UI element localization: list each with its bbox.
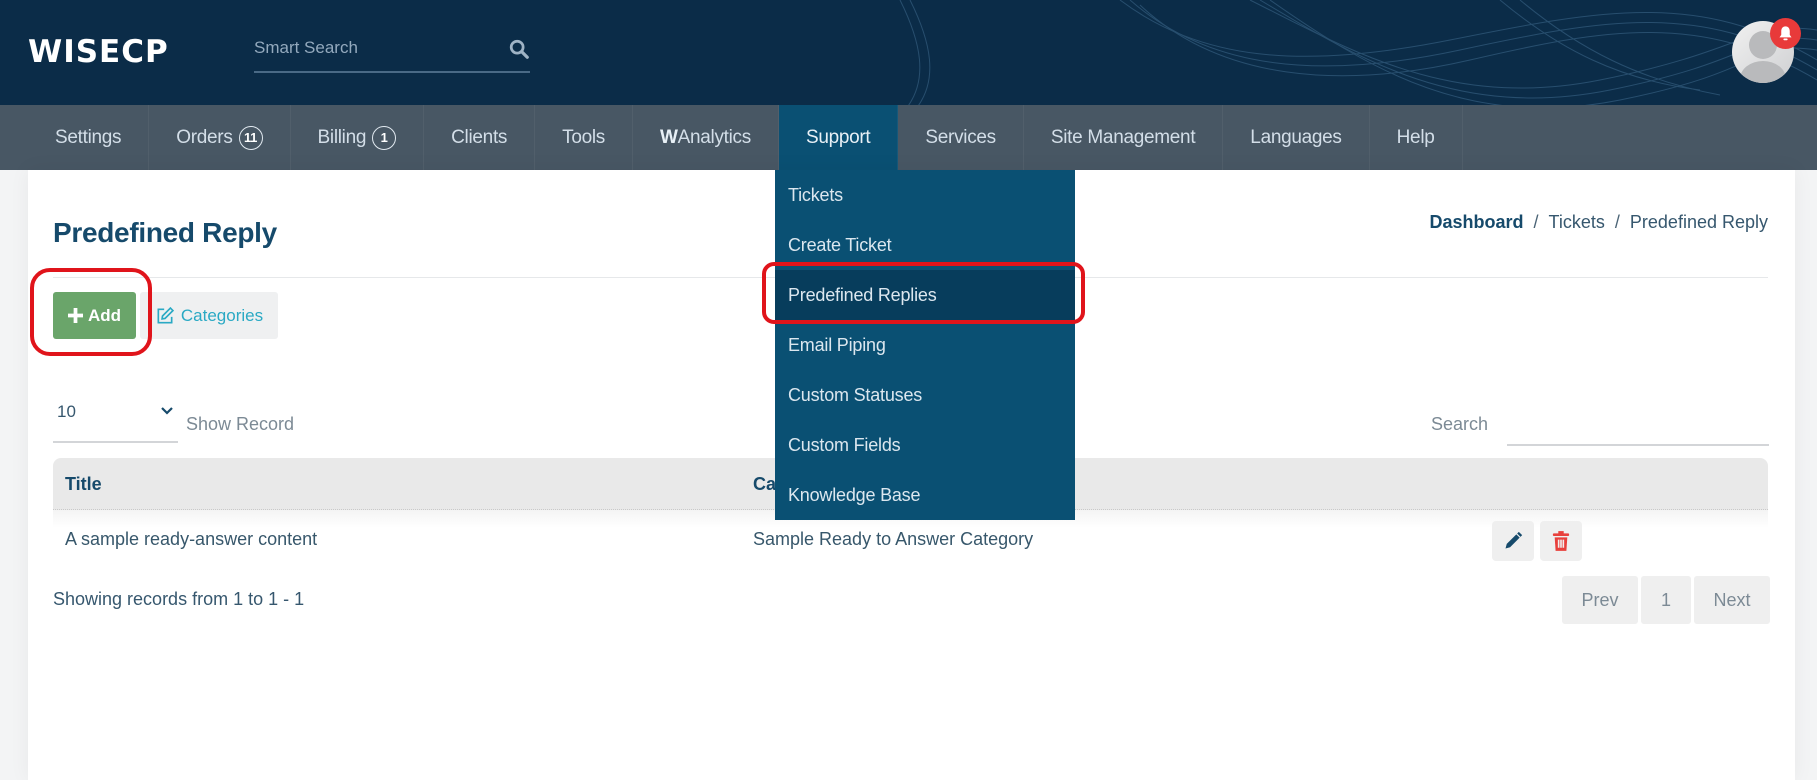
menu-item-create-ticket[interactable]: Create Ticket (775, 220, 1075, 270)
search-icon[interactable] (508, 38, 530, 60)
smart-search-input[interactable] (254, 28, 494, 68)
page-size-select[interactable]: 10 (53, 402, 178, 443)
breadcrumb-separator: / (1614, 212, 1620, 232)
show-record-label: Show Record (186, 414, 295, 434)
nav-label: Settings (55, 126, 122, 148)
nav-label: Services (925, 126, 996, 148)
add-button[interactable]: Add (53, 292, 136, 339)
breadcrumb-dashboard[interactable]: Dashboard (1430, 212, 1524, 233)
table-search-label: Search (1431, 414, 1489, 434)
menu-item-email-piping[interactable]: Email Piping (775, 320, 1075, 370)
nav-label: Billing (317, 126, 367, 148)
delete-button[interactable] (1540, 521, 1582, 561)
avatar-body (1740, 61, 1786, 83)
categories-button-label: Categories (180, 305, 264, 325)
categories-button[interactable]: Categories (140, 292, 278, 339)
nav-orders[interactable]: Orders 11 (149, 105, 291, 170)
nav-wanalytics[interactable]: W Analytics (633, 105, 779, 170)
nav-languages[interactable]: Languages (1223, 105, 1370, 170)
smart-search (254, 28, 530, 73)
plus-icon (67, 308, 83, 323)
prev-page-button[interactable]: Prev (1562, 576, 1638, 624)
menu-item-tickets[interactable]: Tickets (775, 170, 1075, 220)
pagination: Prev 1 Next (1562, 576, 1770, 624)
notifications-button[interactable] (1770, 18, 1801, 49)
top-header: WISECP (0, 0, 1817, 105)
nav-help[interactable]: Help (1370, 105, 1463, 170)
menu-item-knowledge-base[interactable]: Knowledge Base (775, 470, 1075, 520)
page-size-value: 10 (57, 402, 76, 421)
cell-category: Sample Ready to Answer Category (753, 529, 1034, 549)
table-search-input[interactable] (1507, 406, 1769, 446)
chevron-down-icon (161, 407, 173, 415)
cell-title: A sample ready-answer content (65, 529, 318, 549)
nav-label: Analytics (677, 126, 752, 148)
nav-label-bold: W (659, 126, 678, 148)
breadcrumb-current: Predefined Reply (1629, 212, 1768, 232)
nav-tools[interactable]: Tools (535, 105, 633, 170)
nav-label: Clients (451, 126, 508, 148)
menu-item-custom-fields[interactable]: Custom Fields (775, 420, 1075, 470)
nav-label: Support (805, 126, 871, 148)
column-header-title[interactable]: Title (65, 474, 102, 495)
nav-label: Help (1396, 126, 1435, 148)
nav-site-management[interactable]: Site Management (1024, 105, 1224, 170)
nav-label: Tools (562, 126, 605, 148)
breadcrumb-separator: / (1533, 212, 1539, 232)
support-dropdown-menu: Tickets Create Ticket Predefined Replies… (775, 170, 1075, 520)
add-button-label: Add (87, 305, 122, 325)
next-page-button[interactable]: Next (1694, 576, 1770, 624)
bell-icon (1779, 26, 1792, 41)
nav-services[interactable]: Services (898, 105, 1024, 170)
nav-label: Site Management (1050, 126, 1196, 148)
nav-billing[interactable]: Billing 1 (291, 105, 425, 170)
main-nav: Settings Orders 11 Billing 1 Clients Tools… (0, 105, 1817, 170)
orders-count-badge: 11 (238, 125, 263, 150)
page-title: Predefined Reply (53, 217, 277, 248)
pencil-icon (1505, 531, 1523, 549)
menu-item-predefined-replies[interactable]: Predefined Replies (775, 270, 1075, 320)
page-1-button[interactable]: 1 (1641, 576, 1691, 624)
breadcrumb: Dashboard / Tickets / Predefined Reply (1430, 212, 1769, 233)
nav-settings[interactable]: Settings (28, 105, 150, 170)
nav-support[interactable]: Support (778, 105, 899, 170)
edit-button[interactable] (1492, 521, 1534, 561)
edit-square-icon (157, 306, 174, 323)
records-summary: Showing records from 1 to 1 - 1 (53, 589, 305, 609)
billing-count-badge: 1 (372, 125, 397, 150)
nav-label: Orders (176, 126, 233, 148)
wisecp-logo[interactable]: WISECP (28, 34, 169, 70)
trash-icon (1552, 531, 1570, 551)
nav-label: Languages (1250, 126, 1342, 148)
breadcrumb-tickets[interactable]: Tickets (1549, 212, 1605, 233)
nav-clients[interactable]: Clients (424, 105, 536, 170)
menu-item-custom-statuses[interactable]: Custom Statuses (775, 370, 1075, 420)
